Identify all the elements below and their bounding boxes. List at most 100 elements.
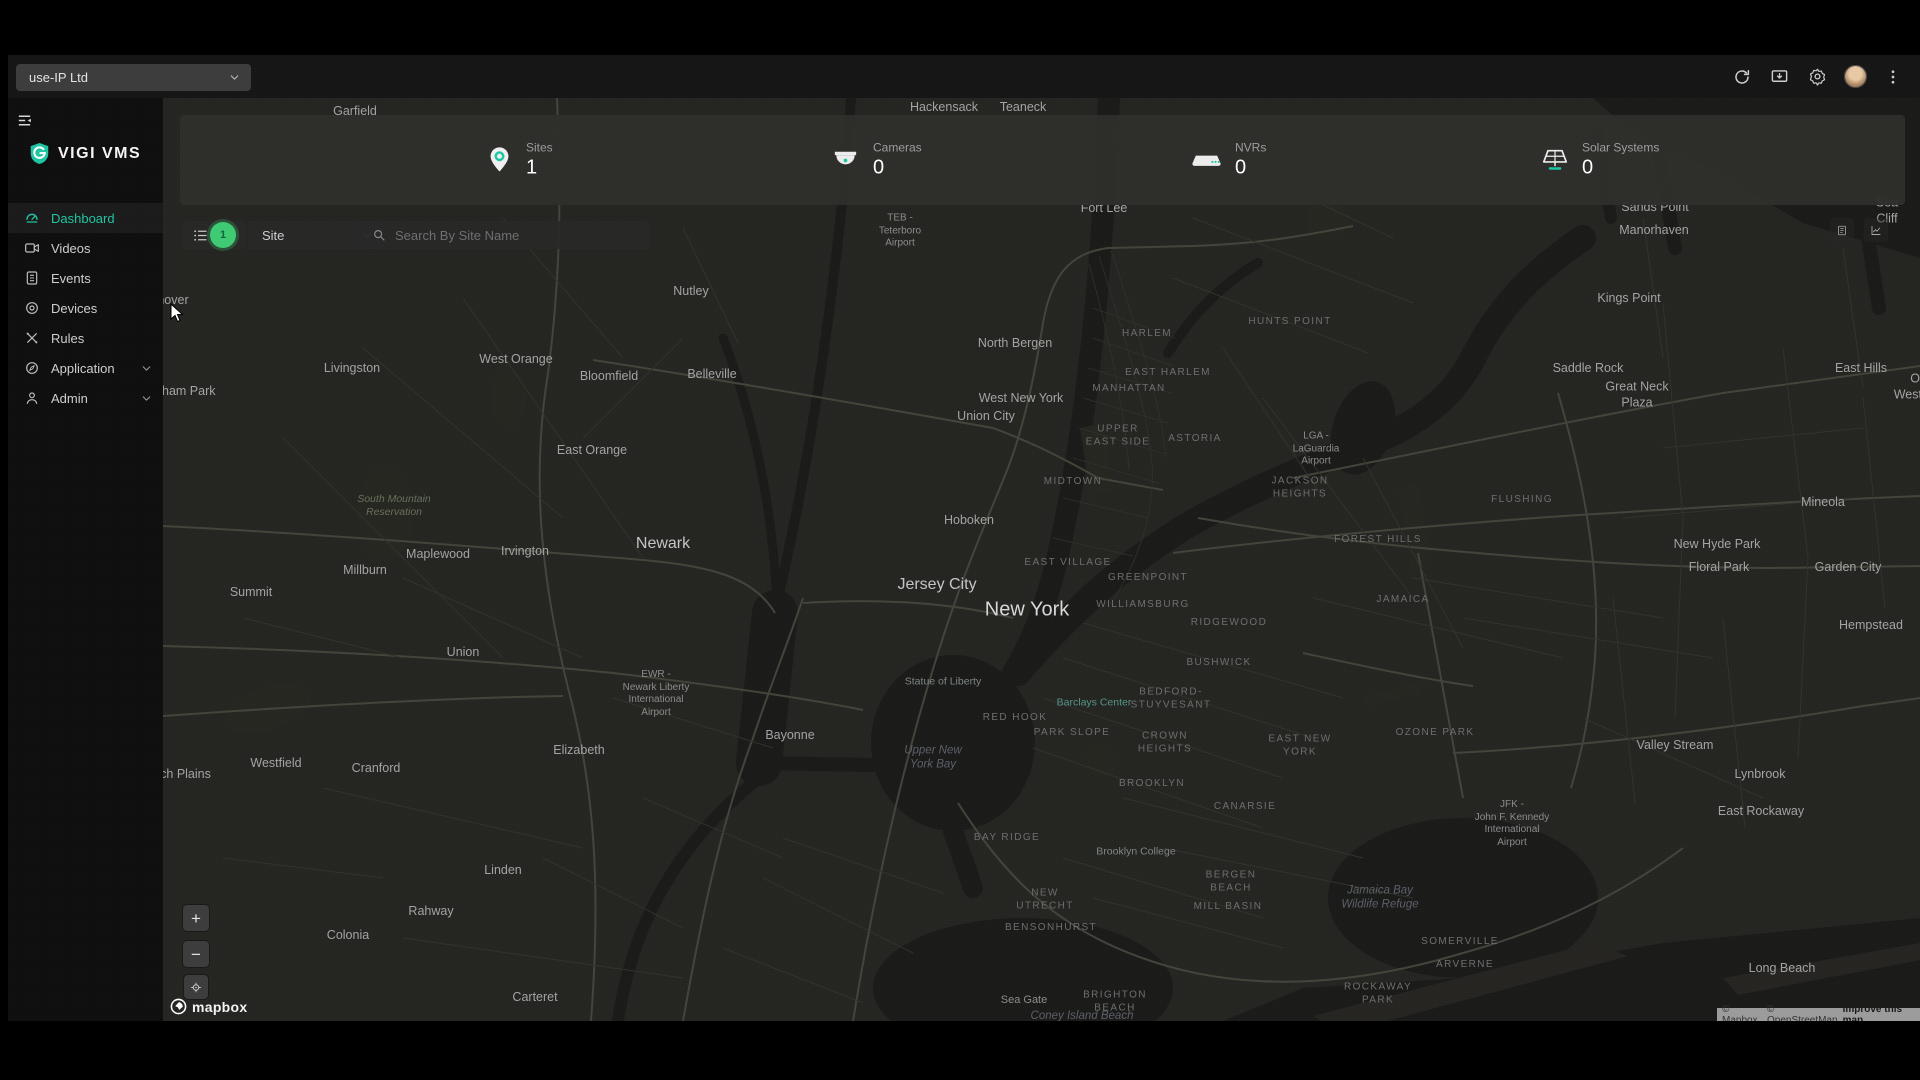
site-cluster-marker[interactable]: 1: [210, 222, 236, 248]
map-label: Florham Park: [163, 384, 216, 400]
map-label: Old Westbury: [1894, 371, 1920, 402]
map-label: CANARSIE: [1214, 801, 1276, 814]
site-pin-icon: [485, 146, 514, 175]
site-list-icon[interactable]: [190, 225, 211, 246]
map-label: Belleville: [687, 367, 736, 383]
stat-value: 0: [1582, 157, 1659, 180]
map-label: Manorhaven: [1619, 223, 1689, 239]
map-label: West New York: [979, 391, 1064, 407]
map-label: EAST HARLEM: [1125, 367, 1211, 380]
map-label: HARLEM: [1122, 328, 1172, 341]
map-label: Statue of Liberty: [905, 675, 981, 688]
map-label: West Orange: [479, 352, 552, 368]
topbar-actions: [1731, 55, 1904, 98]
map-label: East Orange: [557, 443, 627, 459]
map-label: Westfield: [250, 756, 301, 772]
map-label: Bayonne: [765, 728, 814, 744]
map-label: EAST VILLAGE: [1024, 557, 1111, 570]
sidebar-item-application[interactable]: Application: [8, 353, 163, 383]
map-label: Garden City: [1815, 560, 1882, 576]
map-label: Nutley: [673, 284, 708, 300]
kebab-menu-icon[interactable]: [1882, 66, 1904, 88]
map-label: UPPER EAST SIDE: [1086, 424, 1151, 449]
zoom-in-button[interactable]: +: [183, 905, 209, 931]
sidebar-item-label: Application: [51, 361, 129, 376]
map-label: JAMAICA: [1376, 594, 1429, 607]
filter-type-value: Site: [262, 228, 361, 243]
map-label: Colonia: [327, 928, 369, 944]
map-label: LGA - LaGuardia Airport: [1293, 430, 1340, 468]
map-label: Newark: [636, 534, 690, 554]
map-label: HUNTS POINT: [1248, 316, 1331, 329]
map-label: Cranford: [352, 761, 401, 777]
dome-camera-icon: [23, 300, 40, 316]
geolocate-button[interactable]: [184, 975, 208, 999]
sidebar: VIGI VMS DashboardVideosEventsDevicesRul…: [8, 98, 163, 1021]
map-label: NEW UTRECHT: [1016, 888, 1074, 913]
map-label: Coney Island Beach: [1031, 1009, 1134, 1021]
topbar: use-IP Ltd: [8, 55, 1920, 98]
map-label: North Bergen: [978, 336, 1052, 352]
map-label: Union City: [957, 409, 1015, 425]
video-camera-icon: [23, 240, 40, 256]
zoom-out-button[interactable]: −: [183, 941, 209, 967]
sidebar-item-events[interactable]: Events: [8, 263, 163, 293]
map-label: GREENPOINT: [1108, 572, 1188, 585]
sidebar-item-admin[interactable]: Admin: [8, 383, 163, 413]
map-label: RED HOOK: [983, 712, 1048, 725]
stat-value: 1: [526, 157, 553, 180]
map-label: East Hills: [1835, 361, 1887, 377]
sidebar-item-dashboard[interactable]: Dashboard: [8, 203, 163, 233]
stat-label: Solar Systems: [1582, 141, 1659, 155]
map-label: WILLIAMSBURG: [1096, 599, 1189, 612]
analytics-chart-icon[interactable]: [1864, 218, 1888, 242]
stat-label: Sites: [526, 141, 553, 155]
mapbox-logo-icon: [170, 998, 187, 1015]
stat-cameras: Cameras0: [830, 141, 922, 180]
sidebar-item-label: Devices: [51, 301, 153, 316]
map-label: Hoboken: [944, 513, 994, 529]
mapbox-attribution-link[interactable]: © Mapbox: [1722, 1004, 1762, 1022]
map-label: Elizabeth: [553, 743, 604, 759]
refresh-icon[interactable]: [1731, 66, 1753, 88]
map-label: BROOKLYN: [1119, 778, 1185, 791]
map-label: ASTORIA: [1168, 433, 1222, 446]
map-label: Union: [447, 645, 480, 661]
sidebar-item-label: Admin: [51, 391, 129, 406]
sidebar-item-rules[interactable]: Rules: [8, 323, 163, 353]
search-input[interactable]: [393, 227, 642, 244]
chevron-down-icon: [140, 392, 153, 405]
map-label: Bloomfield: [580, 369, 638, 385]
sidebar-nav: DashboardVideos Events Devices Rules Applica…: [8, 203, 163, 413]
screen-cast-icon[interactable]: [1768, 65, 1791, 88]
map-attribution: © Mapbox © OpenStreetMap Improve this ma…: [1717, 1008, 1920, 1021]
organization-selector[interactable]: use-IP Ltd: [16, 64, 251, 91]
map-label: EAST NEW YORK: [1268, 734, 1331, 759]
stat-label: NVRs: [1235, 141, 1266, 155]
report-list-icon[interactable]: [1830, 218, 1854, 242]
map-label: MILL BASIN: [1194, 901, 1263, 914]
mapbox-logo[interactable]: mapbox: [170, 998, 247, 1015]
map-label: TEB - Teterboro Airport: [879, 212, 921, 250]
user-avatar[interactable]: [1844, 65, 1867, 88]
mapbox-logo-text: mapbox: [192, 999, 247, 1015]
map-label: Upper New York Bay: [904, 744, 962, 773]
map-label: Valley Stream: [1637, 738, 1714, 754]
sidebar-item-label: Events: [51, 271, 153, 286]
map-label: BUSHWICK: [1186, 657, 1251, 670]
map-label: Scotch Plains: [163, 767, 211, 783]
map-label: Hempstead: [1839, 618, 1903, 634]
improve-map-link[interactable]: Improve this map: [1843, 1004, 1915, 1022]
sidebar-item-devices[interactable]: Devices: [8, 293, 163, 323]
settings-gear-icon[interactable]: [1806, 65, 1829, 88]
sidebar-item-label: Rules: [51, 331, 153, 346]
chevron-down-icon: [228, 71, 241, 84]
map-label: BAY RIDGE: [974, 832, 1040, 845]
map-label: Jamaica Bay Wildlife Refuge: [1341, 884, 1418, 913]
sidebar-item-videos[interactable]: Videos: [8, 233, 163, 263]
osm-attribution-link[interactable]: © OpenStreetMap: [1767, 1004, 1838, 1022]
solar-panel-icon: [1540, 146, 1570, 174]
collapse-sidebar-icon[interactable]: [14, 110, 35, 134]
map-label: JACKSON HEIGHTS: [1271, 476, 1328, 501]
map-label: Carteret: [512, 990, 557, 1006]
